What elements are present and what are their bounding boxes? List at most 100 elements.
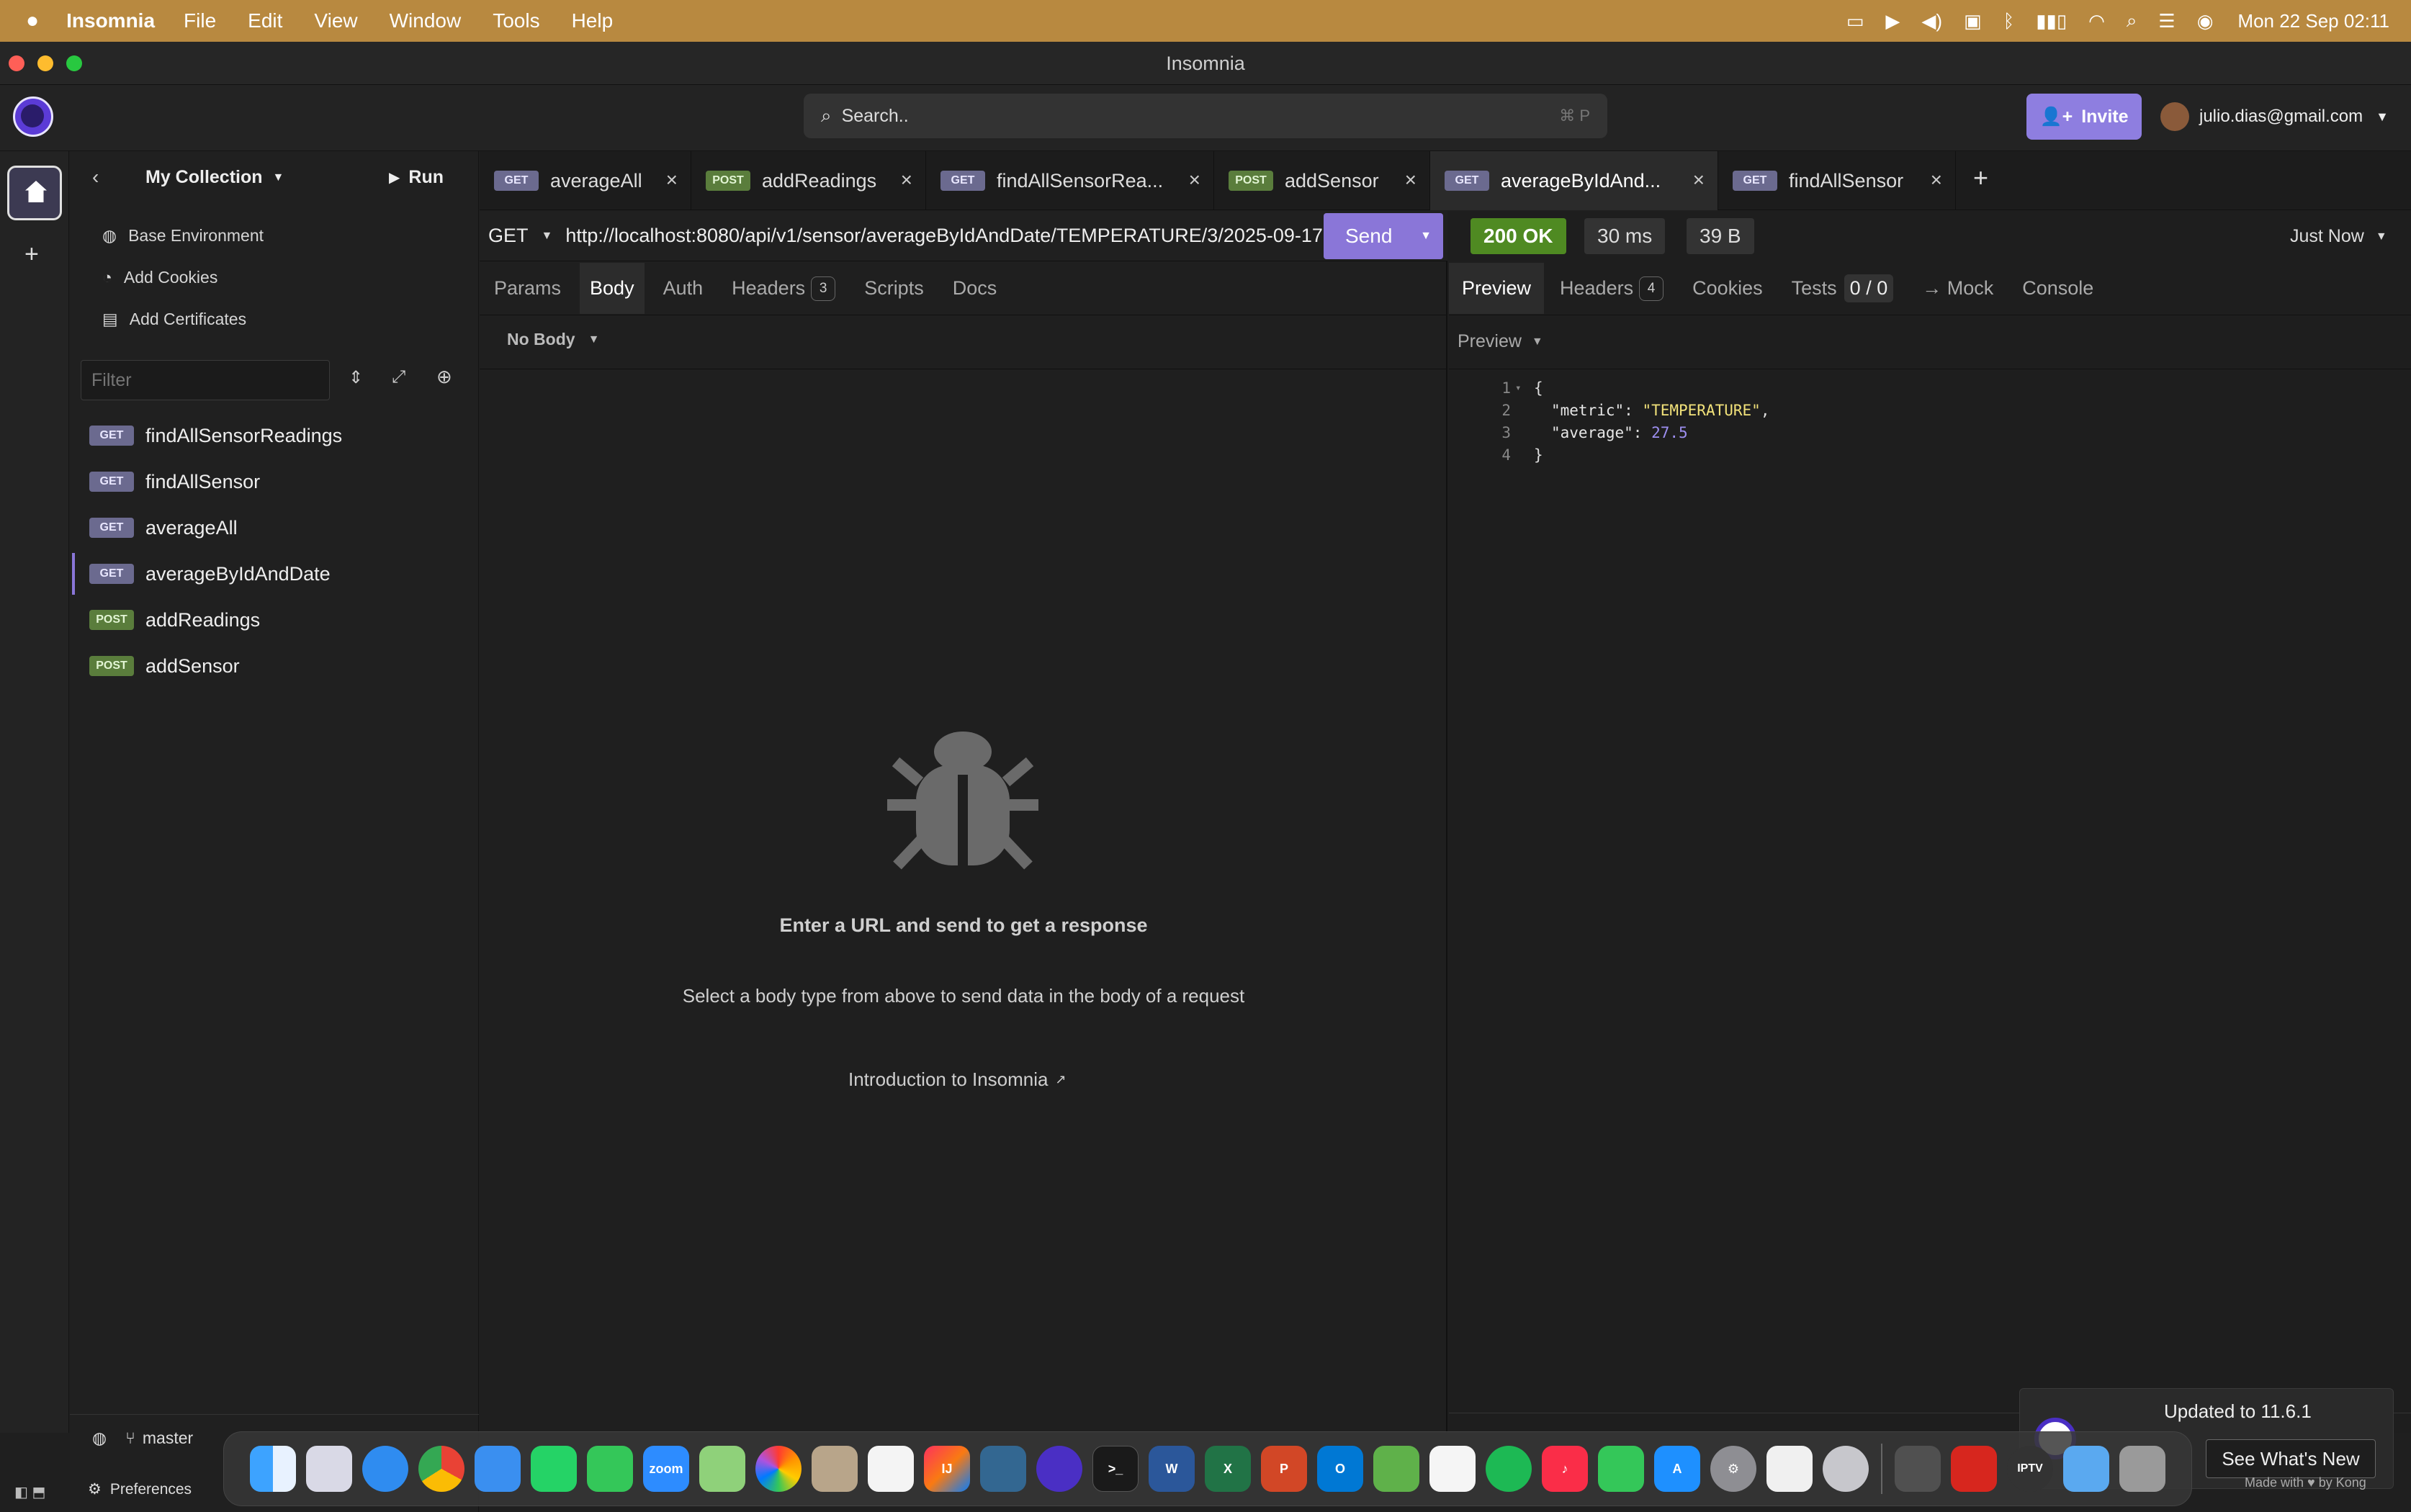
menu-help[interactable]: Help — [572, 9, 614, 32]
new-tab-icon[interactable]: + — [1973, 163, 1988, 193]
list-item[interactable]: POST addReadings — [72, 599, 475, 641]
iptv-icon[interactable]: IPTV — [2007, 1446, 2053, 1492]
response-json-viewer[interactable]: 1 ▾ { 2 "metric" : "TEMPERATURE" , 3 "av… — [1462, 377, 2398, 467]
safari-icon[interactable] — [362, 1446, 408, 1492]
terminal-icon[interactable]: >_ — [1092, 1446, 1139, 1492]
calculator-icon[interactable] — [1895, 1446, 1941, 1492]
tab-params[interactable]: Params — [494, 277, 561, 300]
app-store-icon[interactable]: A — [1654, 1446, 1700, 1492]
tab-console[interactable]: Console — [2022, 277, 2093, 300]
tab-findallsensor[interactable]: GET findAllSensor × — [1718, 151, 1956, 210]
fold-chevron-icon[interactable]: ▾ — [1511, 377, 1534, 400]
url-input[interactable]: http://localhost:8080/api/v1/sensor/aver… — [565, 225, 1327, 247]
postgres-icon[interactable] — [980, 1446, 1026, 1492]
chrome-icon[interactable] — [418, 1446, 464, 1492]
intellij-icon[interactable]: IJ — [924, 1446, 970, 1492]
bluetooth-icon[interactable]: ᛒ — [2003, 10, 2015, 32]
drive-icon[interactable] — [1823, 1446, 1869, 1492]
tab-docs[interactable]: Docs — [953, 277, 997, 300]
add-request-icon[interactable]: ⊕ — [436, 366, 452, 388]
add-project-icon[interactable]: + — [24, 240, 39, 269]
add-certificates-link[interactable]: ▤ Add Certificates — [102, 310, 246, 329]
chevron-down-icon[interactable]: ▼ — [542, 230, 553, 243]
preferences-button[interactable]: ⚙ Preferences — [88, 1480, 192, 1498]
mail-icon[interactable] — [475, 1446, 521, 1492]
menu-window[interactable]: Window — [390, 9, 462, 32]
powerpoint-icon[interactable]: P — [1261, 1446, 1307, 1492]
chevron-down-icon[interactable]: ▼ — [1420, 230, 1432, 243]
notes-icon[interactable] — [1429, 1446, 1476, 1492]
bed-icon[interactable]: ▭ — [1846, 10, 1864, 32]
run-collection-button[interactable]: ▶ Run — [389, 167, 444, 188]
globe-icon[interactable]: ◍ — [92, 1428, 107, 1448]
back-chevron-icon[interactable]: ‹ — [92, 166, 99, 189]
add-cookies-link[interactable]: ◔ Add Cookies — [102, 268, 217, 287]
list-item[interactable]: GET findAllSensor — [72, 461, 475, 503]
global-search-bar[interactable]: ⌕ Search.. ⌘ P — [804, 94, 1607, 138]
tab-preview[interactable]: Preview — [1449, 263, 1545, 314]
facetime-icon[interactable] — [587, 1446, 633, 1492]
tab-averageall[interactable]: GET averageAll × — [480, 151, 691, 210]
tab-cookies[interactable]: Cookies — [1692, 277, 1763, 300]
cloud-app-icon[interactable] — [1373, 1446, 1419, 1492]
body-type-dropdown[interactable]: No Body ▼ — [507, 330, 599, 349]
wifi-icon[interactable]: ◠ — [2088, 10, 2105, 32]
spotify-icon[interactable] — [1486, 1446, 1532, 1492]
insomnia-logo-icon[interactable] — [13, 96, 53, 137]
tab-tests[interactable]: Tests 0 / 0 — [1792, 274, 1894, 302]
insomnia-icon[interactable] — [1036, 1446, 1082, 1492]
siri-icon[interactable]: ◉ — [2197, 10, 2214, 32]
method-selector[interactable]: GET — [488, 225, 529, 247]
preview-mode-dropdown[interactable]: Preview ▼ — [1458, 331, 1543, 352]
send-button[interactable]: Send ▼ — [1324, 213, 1443, 259]
sort-icon[interactable]: ⇕ — [349, 367, 363, 388]
freeform-icon[interactable] — [1766, 1446, 1813, 1492]
battery-icon[interactable]: ▮▮▯ — [2036, 10, 2067, 32]
whatsapp-icon[interactable] — [531, 1446, 577, 1492]
clock[interactable]: Mon 22 Sep 02:11 — [2237, 10, 2389, 32]
list-item[interactable]: GET averageByIdAndDate — [72, 553, 475, 595]
minimize-window-button[interactable] — [37, 55, 53, 71]
close-icon[interactable]: × — [1931, 168, 1942, 192]
tab-averagebyidanddate[interactable]: GET averageByIdAnd... × — [1430, 151, 1718, 210]
close-icon[interactable]: × — [901, 168, 912, 192]
menu-edit[interactable]: Edit — [248, 9, 282, 32]
trash-icon[interactable] — [2119, 1446, 2165, 1492]
list-item[interactable]: GET averageAll — [72, 507, 475, 549]
outlook-icon[interactable]: O — [1317, 1446, 1363, 1492]
menu-file[interactable]: File — [184, 9, 216, 32]
close-icon[interactable]: × — [1189, 168, 1200, 192]
zoom-window-button[interactable] — [66, 55, 82, 71]
home-button[interactable] — [7, 166, 62, 220]
apple-icon[interactable]: ● — [26, 9, 39, 33]
music-icon[interactable]: ♪ — [1542, 1446, 1588, 1492]
branch-name[interactable]: master — [143, 1428, 193, 1448]
collection-selector[interactable]: My Collection ▼ — [145, 167, 284, 188]
excel-icon[interactable]: X — [1205, 1446, 1251, 1492]
play-icon[interactable]: ▶ — [1885, 10, 1900, 32]
base-environment-link[interactable]: ◍ Base Environment — [102, 226, 264, 246]
see-whats-new-button[interactable]: See What's New — [2206, 1439, 2376, 1478]
control-center-icon[interactable]: ☰ — [2158, 10, 2175, 32]
display-icon[interactable]: ▣ — [1964, 10, 1982, 32]
close-window-button[interactable] — [9, 55, 24, 71]
app-menu-name[interactable]: Insomnia — [66, 9, 155, 32]
intro-link[interactable]: Introduction to Insomnia ↗ — [848, 1068, 1067, 1091]
list-item[interactable]: POST addSensor — [72, 645, 475, 687]
folder-icon[interactable] — [2063, 1446, 2109, 1492]
close-icon[interactable]: × — [1693, 168, 1705, 192]
invite-button[interactable]: 👤+ Invite — [2026, 94, 2142, 140]
layout-toggle-icons[interactable]: ◧ ⬒ — [14, 1483, 45, 1501]
tab-response-headers[interactable]: Headers 4 — [1560, 276, 1664, 301]
menu-view[interactable]: View — [314, 9, 357, 32]
user-menu[interactable]: julio.dias@gmail.com ▼ — [2160, 101, 2389, 132]
acrobat-icon[interactable] — [1951, 1446, 1997, 1492]
tab-headers[interactable]: Headers 3 — [732, 276, 836, 301]
close-icon[interactable]: × — [666, 168, 678, 192]
reminders-icon[interactable] — [868, 1446, 914, 1492]
maps-icon[interactable] — [699, 1446, 745, 1492]
finder-icon[interactable] — [250, 1446, 296, 1492]
expand-icon[interactable]: ⤢ — [392, 367, 405, 387]
volume-icon[interactable]: ◀) — [1921, 10, 1942, 32]
settings-icon[interactable]: ⚙ — [1710, 1446, 1756, 1492]
